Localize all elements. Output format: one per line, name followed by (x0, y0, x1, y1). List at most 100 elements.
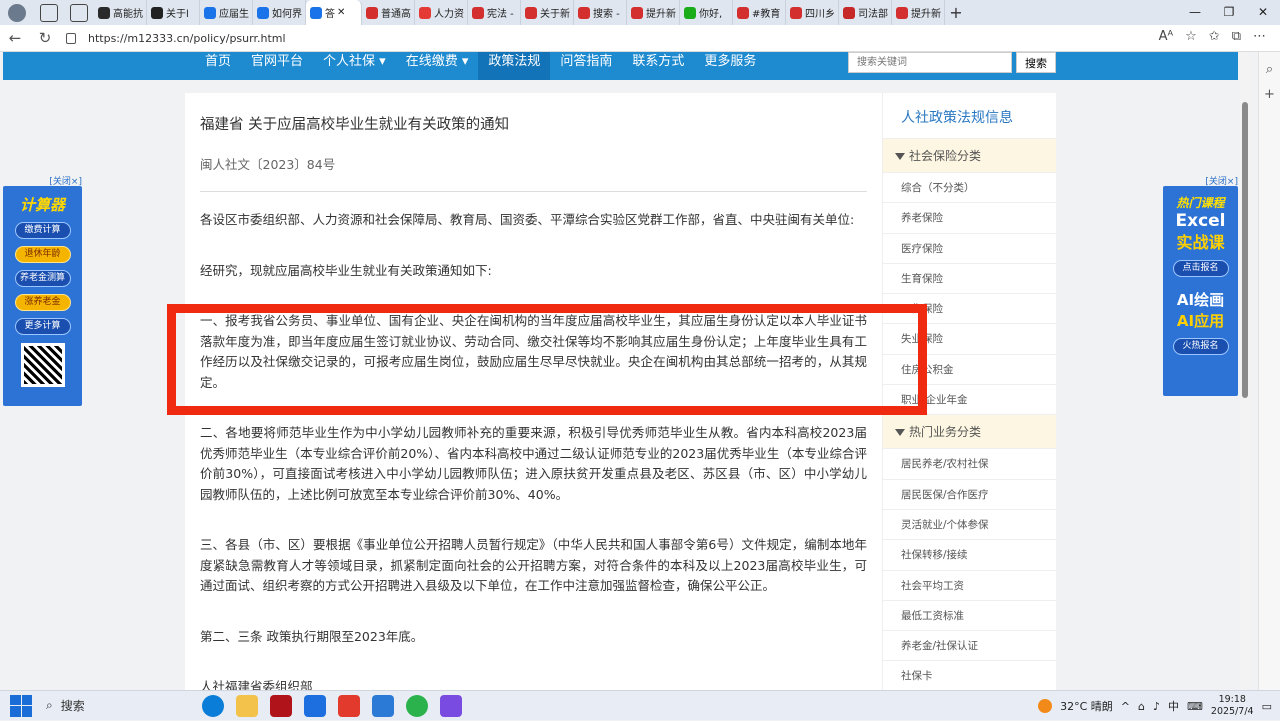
calculator-button[interactable]: 养老金测算 (14, 270, 71, 287)
file-explorer-icon[interactable] (236, 694, 258, 717)
browser-tab[interactable]: #教育 (733, 0, 786, 25)
calculator-button[interactable]: 缴费计算 (14, 222, 71, 239)
weather-text[interactable]: 32°C 晴朗 (1060, 698, 1113, 714)
search-icon[interactable]: ⌕ (1259, 62, 1280, 77)
nav-item[interactable]: 联系方式 (622, 52, 694, 80)
network-icon[interactable]: ⌂ (1138, 700, 1145, 713)
browser-tab[interactable]: 宪法 - (468, 0, 521, 25)
minimize-button[interactable]: — (1178, 0, 1212, 25)
edge-app-icon[interactable] (202, 694, 224, 717)
scrollbar-thumb[interactable] (1242, 102, 1248, 398)
browser-tab[interactable]: 搜索 - (574, 0, 627, 25)
sidebar-item[interactable]: 养老保险 (883, 203, 1056, 234)
app-icon[interactable] (372, 694, 394, 717)
notification-icon[interactable]: ▭ (1262, 700, 1272, 713)
sidebar-item[interactable]: 社会平均工资 (883, 571, 1056, 601)
ad-signup-button[interactable]: 火热报名 (1172, 338, 1229, 355)
restore-button[interactable]: ❐ (1212, 0, 1246, 25)
start-icon[interactable] (10, 694, 32, 717)
menu-icon[interactable]: ⋯ (1253, 29, 1266, 44)
address-actions: Aᴬ ☆ ✩ ⧉ ⋯ (1159, 29, 1266, 44)
back-icon[interactable]: ← (0, 29, 30, 47)
wps-icon[interactable] (338, 694, 360, 717)
sidebar-item[interactable]: 居民医保/合作医疗 (883, 480, 1056, 510)
browser-tab[interactable]: 司法部 (839, 0, 892, 25)
keyboard-icon[interactable]: ⌨ (1187, 700, 1203, 713)
nav-item[interactable]: 更多服务 (694, 52, 766, 80)
search-input[interactable] (848, 52, 1012, 73)
refresh-icon[interactable]: ↻ (30, 29, 60, 47)
sidebar-item[interactable]: 居民养老/农村社保 (883, 449, 1056, 480)
window-controls: — ❐ ✕ (1178, 0, 1280, 25)
calculator-button[interactable]: 涨养老金 (14, 294, 71, 311)
ad-close-link[interactable]: [关闭×] (3, 174, 82, 187)
browser-tab[interactable]: 高能抗 (94, 0, 147, 25)
browser-tab[interactable]: 应届生 (200, 0, 253, 25)
browser-tab[interactable]: 提升新 (892, 0, 945, 25)
app-icon[interactable] (440, 694, 462, 717)
taskbar-search[interactable]: ⌕ 搜索 (46, 697, 196, 714)
category-social-insurance[interactable]: 社会保险分类 (883, 139, 1056, 173)
app-icon[interactable] (270, 694, 292, 717)
favorite-star-icon[interactable]: ☆ (1185, 29, 1197, 44)
tab-title: 人力资 (434, 9, 464, 20)
calculator-button[interactable]: 更多计算 (14, 318, 71, 335)
article-body: 各设区市委组织部、人力资源和社会保障局、教育局、国资委、平潭综合实验区党群工作部… (200, 210, 867, 690)
url-field[interactable]: https://m12333.cn/policy/psurr.html (66, 32, 286, 45)
add-icon[interactable]: + (1259, 87, 1280, 102)
sidebar-item[interactable]: 生育保险 (883, 264, 1056, 295)
article-paragraph: 二、各地要将师范毕业生作为中小学幼儿园教师补充的重要来源，积极引导优秀师范毕业生… (200, 425, 867, 502)
calculator-button[interactable]: 退休年龄 (14, 246, 71, 263)
browser-tab[interactable]: 关于l (147, 0, 200, 25)
browser-tab[interactable]: 人力资 (415, 0, 468, 25)
browser-tab[interactable]: 四川乡 (786, 0, 839, 25)
volume-icon[interactable]: ♪ (1153, 700, 1160, 713)
browser-tab[interactable]: 如何界 (253, 0, 306, 25)
ad-signup-button[interactable]: 点击报名 (1172, 260, 1229, 277)
collections-icon[interactable] (70, 3, 88, 22)
wechat-icon[interactable] (406, 694, 428, 717)
sidebar-item[interactable]: 医疗保险 (883, 234, 1056, 264)
ime-indicator[interactable]: 中 (1168, 698, 1179, 714)
nav-item[interactable]: 官网平台 (241, 52, 313, 80)
favicon-icon (737, 6, 749, 19)
nav-item[interactable]: 问答指南 (550, 52, 622, 80)
browser-tab[interactable]: 你好, (680, 0, 733, 25)
extensions-icon[interactable]: ⧉ (1232, 29, 1241, 44)
browser-tab[interactable]: 普通高 (362, 0, 415, 25)
sidebar-item[interactable]: 社保转移/接续 (883, 540, 1056, 571)
tab-title: #教育 (752, 9, 781, 20)
browser-tab[interactable]: 提升新 (627, 0, 680, 25)
nav-item[interactable]: 政策法规 (478, 52, 551, 80)
url-text: https://m12333.cn/policy/psurr.html (88, 31, 286, 45)
sidebar-item[interactable]: 社保卡 (883, 661, 1056, 690)
profile-avatar[interactable] (0, 0, 34, 25)
sidebar-item[interactable]: 最低工资标准 (883, 601, 1056, 632)
nav-item[interactable]: 个人社保 ▾ (313, 52, 396, 80)
search-button[interactable]: 搜索 (1016, 52, 1056, 73)
sidebar-item[interactable]: 养老金/社保认证 (883, 631, 1056, 662)
close-tab-icon[interactable]: ✕ (337, 7, 345, 18)
favicon-icon (366, 6, 378, 19)
browser-tab[interactable]: 答 ✕ (306, 0, 362, 25)
nav-item[interactable]: 首页 (195, 52, 241, 80)
browser-tab[interactable]: 关于新 (521, 0, 574, 25)
tab-list: 高能抗 关于l 应届生 如何界答 ✕ 普通高 人力资 宪法 - 关于新 搜索 - 提升新 你好, #教育… (94, 0, 945, 25)
nav-item[interactable]: 在线缴费 ▾ (396, 52, 479, 80)
page-scrollbar[interactable] (1240, 52, 1250, 690)
read-aloud-icon[interactable]: Aᴬ (1159, 29, 1174, 44)
favorites-icon[interactable]: ✩ (1209, 29, 1220, 44)
app-icon[interactable] (304, 694, 326, 717)
ad-body[interactable]: 热门课程 Excel 实战课 点击报名 AI绘画 AI应用 火热报名 (1163, 186, 1238, 396)
workspaces-icon[interactable] (40, 3, 58, 22)
close-window-button[interactable]: ✕ (1246, 0, 1280, 25)
clock[interactable]: 19:18 2025/7/4 (1211, 694, 1254, 718)
category-hot-business[interactable]: 热门业务分类 (883, 415, 1056, 450)
sidebar-heading[interactable]: 人社政策法规信息 (883, 93, 1056, 139)
sidebar-item[interactable]: 灵活就业/个体参保 (883, 510, 1056, 541)
ad-body[interactable]: 计算器 缴费计算 退休年龄 养老金测算 涨养老金 更多计算 (3, 186, 82, 406)
new-tab-button[interactable]: + (945, 3, 967, 22)
chevron-up-icon[interactable]: ^ (1121, 700, 1130, 713)
ad-close-link[interactable]: [关闭×] (1163, 174, 1238, 187)
sidebar-item[interactable]: 综合（不分类） (883, 173, 1056, 204)
